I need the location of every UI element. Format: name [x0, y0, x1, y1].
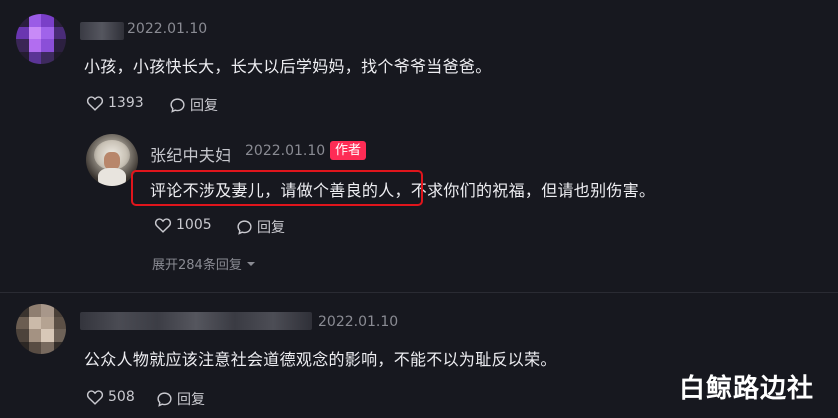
highlight-box	[131, 170, 423, 206]
caret-down-icon	[246, 261, 255, 266]
heart-icon	[86, 96, 104, 111]
username-blurred[interactable]	[80, 22, 124, 40]
heart-icon	[154, 218, 172, 233]
reply-label: 回复	[257, 220, 285, 236]
comment-date: 2022.01.10	[318, 314, 399, 330]
comment-text: 小孩，小孩快长大，长大以后学妈妈，找个爷爷当爸爸。	[84, 57, 492, 76]
reply-button[interactable]: 回复	[169, 95, 218, 115]
reply-username[interactable]: 张纪中夫妇	[150, 142, 232, 166]
like-button[interactable]: 1393	[86, 95, 144, 111]
comment-bubble-icon	[170, 97, 185, 113]
heart-icon	[86, 390, 104, 405]
comment-date: 2022.01.10	[127, 21, 208, 37]
like-count: 508	[108, 389, 135, 405]
reply-date: 2022.01.10	[245, 143, 326, 159]
watermark: 白鲸路边社	[679, 374, 815, 404]
author-badge: 作者	[330, 141, 367, 160]
expand-replies-label: 展开284条回复	[152, 258, 242, 273]
expand-replies-button[interactable]: 展开284条回复	[152, 254, 257, 273]
comment-bubble-icon	[237, 219, 252, 235]
username-blurred[interactable]	[80, 312, 312, 330]
reply-label: 回复	[177, 392, 205, 408]
like-button[interactable]: 508	[86, 389, 135, 405]
comment-text: 公众人物就应该注意社会道德观念的影响，不能不以为耻反以荣。	[84, 350, 557, 369]
divider	[0, 292, 838, 293]
like-button[interactable]: 1005	[154, 217, 212, 233]
reply-button[interactable]: 回复	[236, 217, 285, 237]
avatar[interactable]	[16, 304, 66, 354]
like-count: 1393	[108, 95, 144, 111]
comment-bubble-icon	[157, 391, 172, 407]
reply-button[interactable]: 回复	[156, 389, 205, 409]
avatar[interactable]	[16, 14, 66, 64]
like-count: 1005	[176, 217, 212, 233]
reply-label: 回复	[190, 98, 218, 114]
